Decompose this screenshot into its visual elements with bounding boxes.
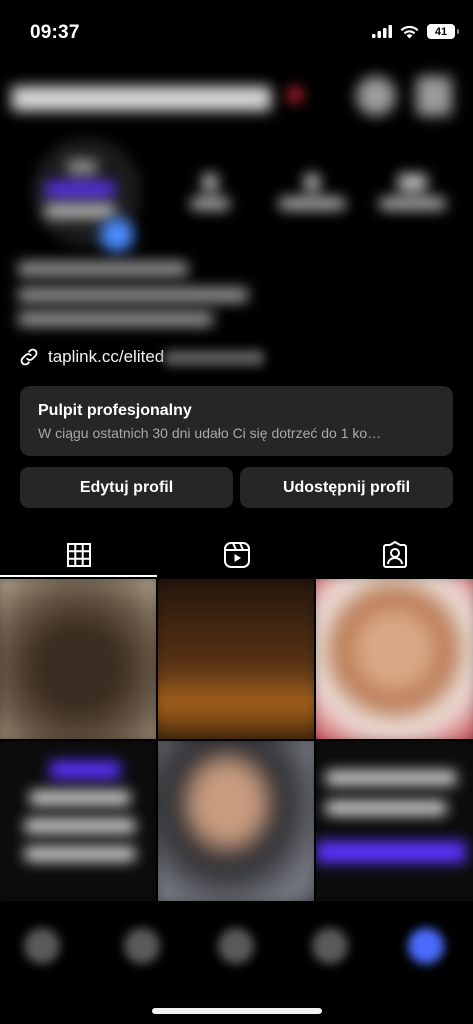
dashboard-title: Pulpit profesjonalny: [38, 402, 192, 419]
stat-following[interactable]: ▆▆ ▆▆▆▆▆▆▆: [365, 170, 460, 209]
bottom-navigation: [0, 905, 473, 1024]
threads-button[interactable]: [356, 76, 396, 116]
tagged-person-icon: [382, 541, 407, 568]
link-icon: [20, 348, 38, 366]
active-tab-indicator: [0, 575, 157, 577]
dashboard-subtitle: W ciągu ostatnich 30 dni udało Ci się do…: [38, 425, 382, 441]
battery-level: 41: [434, 25, 448, 38]
profile-nav-avatar[interactable]: [408, 928, 444, 964]
add-story-icon[interactable]: [100, 218, 134, 252]
post-thumbnail[interactable]: [316, 741, 473, 901]
grid-icon: [66, 543, 91, 567]
wifi-icon: [400, 25, 419, 38]
tab-reels[interactable]: [158, 533, 315, 577]
post-thumbnail[interactable]: [158, 579, 314, 739]
signal-icon: [372, 25, 392, 38]
home-icon[interactable]: [24, 928, 60, 964]
bio-line: [18, 288, 248, 302]
profile-link-text[interactable]: taplink.cc/elited: [48, 347, 164, 366]
status-time: 09:37: [30, 22, 80, 43]
edit-profile-button[interactable]: Edytuj profil: [20, 467, 233, 508]
post-thumbnail[interactable]: [158, 741, 314, 901]
link-blurred-part: [164, 349, 265, 366]
reels-nav-icon[interactable]: [312, 928, 348, 964]
stat-followers[interactable]: ▆ ▆▆▆▆▆▆▆: [262, 170, 362, 209]
reels-icon: [223, 542, 250, 568]
profile-username-blurred[interactable]: ▆▆▆▆▆▆▆▆▆▆▆▆: [12, 78, 270, 111]
notification-dot: [288, 88, 302, 102]
battery-icon: 41: [427, 24, 459, 39]
status-icons: 41: [372, 24, 459, 39]
create-icon[interactable]: [218, 928, 254, 964]
tab-tagged[interactable]: [316, 533, 473, 577]
post-thumbnail[interactable]: [316, 579, 473, 739]
bio-line: [18, 262, 188, 276]
home-indicator: [152, 1008, 322, 1014]
search-icon[interactable]: [124, 928, 160, 964]
professional-dashboard-card[interactable]: Pulpit profesjonalny W ciągu ostatnich 3…: [20, 386, 453, 456]
tab-posts-grid[interactable]: [0, 533, 157, 577]
share-profile-button[interactable]: Udostępnij profil: [240, 467, 453, 508]
post-thumbnail[interactable]: [0, 579, 156, 739]
profile-link[interactable]: taplink.cc/elited: [18, 346, 265, 368]
bio-line: [18, 312, 213, 326]
stat-posts[interactable]: ▆ ▆▆▆▆: [175, 170, 245, 209]
post-thumbnail[interactable]: [0, 741, 156, 901]
menu-button[interactable]: [416, 76, 452, 116]
